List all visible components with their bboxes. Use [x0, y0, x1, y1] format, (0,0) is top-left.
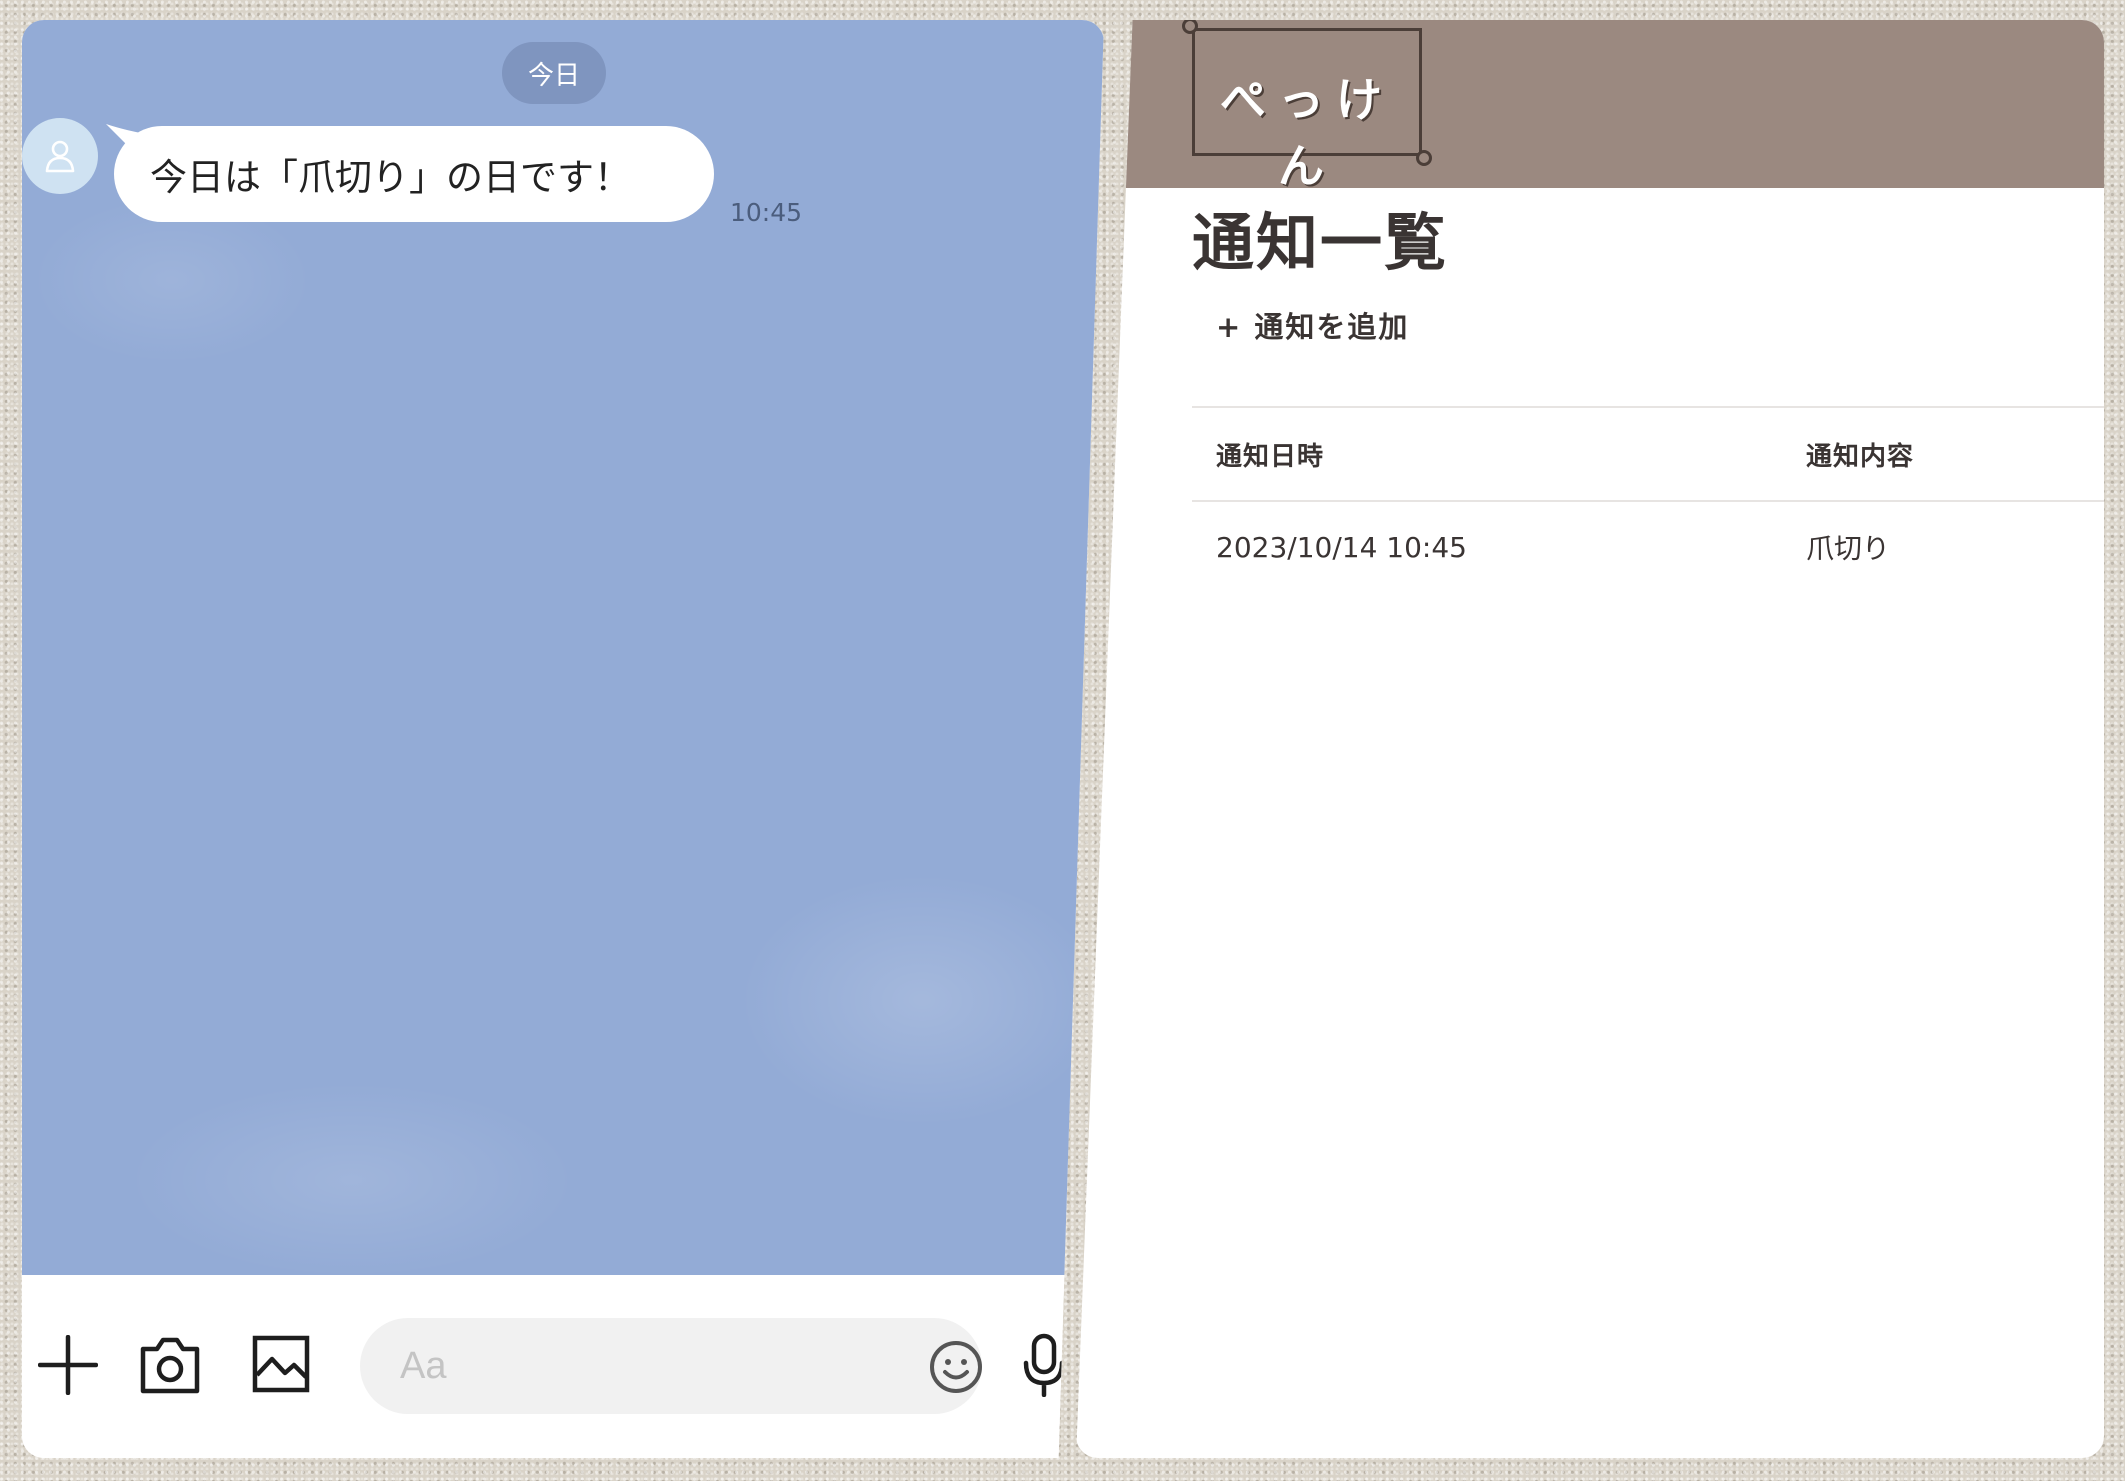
emoji-icon[interactable]	[928, 1339, 984, 1395]
page-title: 通知一覧	[1192, 206, 1449, 279]
image-icon[interactable]	[252, 1335, 310, 1393]
chat-background: 今日 今日は「爪切り」の日です！ 10:45	[22, 20, 1104, 1275]
message-input[interactable]: Aa	[360, 1318, 982, 1414]
header-datetime: 通知日時	[1216, 441, 1325, 472]
mic-icon[interactable]	[1022, 1333, 1066, 1397]
message-time: 10:45	[730, 198, 803, 227]
date-separator: 今日	[502, 42, 606, 104]
app-panel: ぺっけん 通知一覧 + 通知を追加 通知日時 通知内容 2023/10/14 1…	[1076, 20, 2104, 1458]
app-logo[interactable]: ぺっけん	[1192, 64, 1422, 196]
message-bubble: 今日は「爪切り」の日です！	[114, 126, 714, 222]
add-notification-button[interactable]: + 通知を追加	[1216, 304, 1409, 346]
notification-table: 通知日時 通知内容 2023/10/14 10:45 爪切り	[1192, 406, 2104, 592]
app-header: ぺっけん	[1076, 20, 2104, 193]
camera-icon[interactable]	[139, 1335, 201, 1395]
chat-panel: 今日 今日は「爪切り」の日です！ 10:45 Aa	[22, 20, 1104, 1458]
cell-content: 爪切り	[1806, 532, 1891, 565]
input-bar: Aa	[22, 1275, 1104, 1458]
person-icon	[45, 140, 75, 173]
plus-icon[interactable]	[38, 1335, 98, 1395]
table-row[interactable]: 2023/10/14 10:45 爪切り	[1192, 500, 2104, 592]
header-content: 通知内容	[1806, 441, 1915, 472]
avatar[interactable]	[22, 118, 98, 194]
cell-datetime: 2023/10/14 10:45	[1216, 530, 1467, 564]
table-header-row: 通知日時 通知内容	[1192, 406, 2104, 500]
